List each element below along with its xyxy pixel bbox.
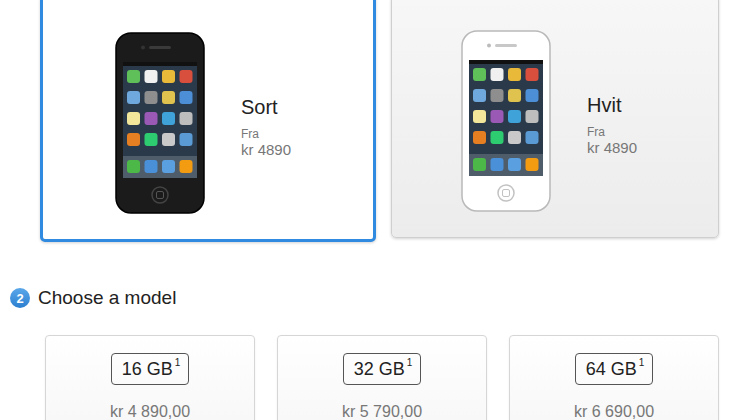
model-price: kr 6 690,00 — [574, 403, 654, 420]
step-header: 2 Choose a model — [0, 287, 751, 309]
capacity-label: 32 GB1 — [343, 353, 422, 385]
model-price: kr 5 790,00 — [342, 403, 422, 420]
model-card[interactable]: 32 GB1 kr 5 790,00 — [277, 335, 487, 420]
from-label: Fra — [241, 127, 291, 141]
capacity-label: 16 GB1 — [111, 353, 190, 385]
step-title: Choose a model — [38, 287, 176, 309]
step-badge: 2 — [10, 288, 30, 308]
from-price: kr 4890 — [241, 141, 291, 159]
color-name: Hvit — [587, 94, 637, 117]
color-info: Hvit Frakr 4890 — [587, 84, 637, 157]
color-card[interactable]: Sort Frakr 4890 — [40, 0, 376, 242]
from-price: kr 4890 — [587, 139, 637, 157]
capacity-label: 64 GB1 — [575, 353, 654, 385]
iphone-icon — [461, 30, 551, 212]
color-options: SortFrakr 4890HvitFrakr 4890 — [0, 0, 751, 242]
model-card[interactable]: 16 GB1 kr 4 890,00 — [45, 335, 255, 420]
model-card[interactable]: 64 GB1 kr 6 690,00 — [509, 335, 719, 420]
model-price: kr 4 890,00 — [110, 403, 190, 420]
model-options: 16 GB1 kr 4 890,00 32 GB1 kr 5 790,00 64 GB1… — [0, 335, 751, 420]
color-info: Sort Frakr 4890 — [241, 86, 291, 159]
color-card[interactable]: Hvit Frakr 4890 — [391, 0, 719, 238]
footnote-mark: 1 — [175, 358, 181, 368]
from-label: Fra — [587, 125, 637, 139]
color-name: Sort — [241, 96, 291, 119]
iphone-icon — [115, 32, 205, 214]
store-page: SortFrakr 4890HvitFrakr 48902Choose a mo… — [0, 0, 751, 420]
footnote-mark: 1 — [407, 358, 413, 368]
footnote-mark: 1 — [639, 358, 645, 368]
